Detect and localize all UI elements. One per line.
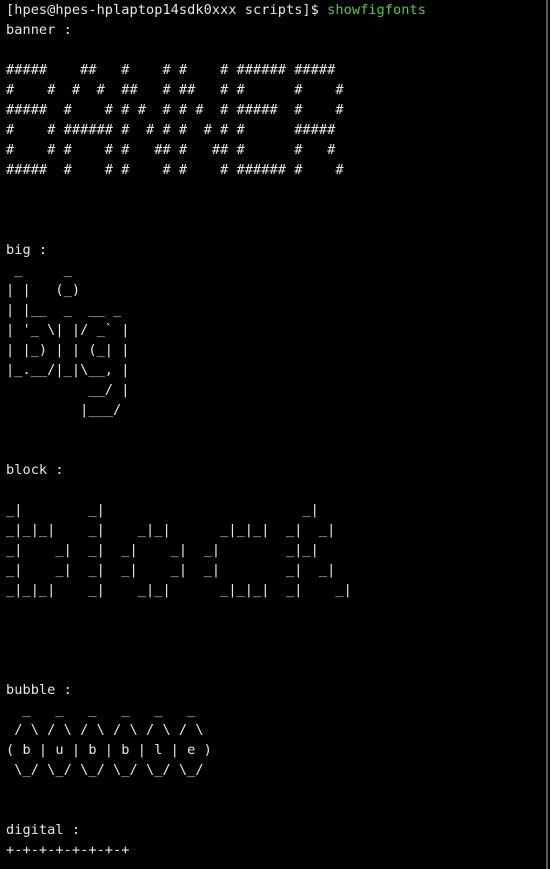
banner-art-line: # # # # ## # ## # # # # bbox=[6, 82, 344, 98]
big-art-line: | |__ _ __ _ bbox=[6, 302, 122, 318]
font-label-banner: banner : bbox=[6, 22, 72, 38]
big-art-line: | | (_) bbox=[6, 282, 81, 298]
banner-art-line: # # # # # ## # ## # # # bbox=[6, 142, 336, 158]
font-label-digital: digital : bbox=[6, 822, 81, 838]
font-label-block: block : bbox=[6, 462, 64, 478]
bubble-art-line: ( b | u | b | b | l | e ) bbox=[6, 742, 212, 758]
big-art-line: |_.__/|_|\__, | bbox=[6, 362, 130, 378]
block-art-line: _|_|_| _| _|_| _|_|_| _| _| bbox=[6, 582, 352, 598]
block-art-line: _| _| _| _| _| _| _| _| bbox=[6, 562, 336, 578]
font-label-bubble: bubble : bbox=[6, 682, 72, 698]
shell-prompt: [hpes@hpes-hplaptop14sdk0xxx scripts]$ bbox=[6, 2, 328, 18]
big-art-line: |___/ bbox=[6, 402, 122, 418]
big-art-line: | |_) | | (_| | bbox=[6, 342, 130, 358]
banner-art-line: ##### # # # # # # # # ##### # # bbox=[6, 102, 344, 118]
terminal-window[interactable]: [hpes@hpes-hplaptop14sdk0xxx scripts]$ s… bbox=[0, 0, 548, 869]
banner-art-line: # # ###### # # # # # # # ##### bbox=[6, 122, 336, 138]
command-text: showfigfonts bbox=[327, 2, 426, 18]
big-art-line: | '_ \| |/ _` | bbox=[6, 322, 130, 338]
big-art-line: _ _ bbox=[6, 262, 72, 278]
font-label-big: big : bbox=[6, 242, 48, 258]
banner-art-line: ##### ## # # # # ###### ##### bbox=[6, 62, 336, 78]
banner-art-line: ##### # # # # # # ###### # # bbox=[6, 162, 344, 178]
command-line: [hpes@hpes-hplaptop14sdk0xxx scripts]$ s… bbox=[6, 0, 426, 20]
big-art-line: __/ | bbox=[6, 382, 130, 398]
bubble-art-line: \_/ \_/ \_/ \_/ \_/ \_/ bbox=[6, 762, 204, 778]
block-art-line: _| _| _| bbox=[6, 502, 319, 518]
bubble-art-line: _ _ _ _ _ _ bbox=[6, 702, 196, 718]
bubble-art-line: / \ / \ / \ / \ / \ / \ bbox=[6, 722, 204, 738]
digital-art-line: +-+-+-+-+-+-+-+ bbox=[6, 842, 130, 858]
block-art-line: _| _| _| _| _| _| _|_| bbox=[6, 542, 319, 558]
block-art-line: _|_|_| _| _|_| _|_|_| _| _| bbox=[6, 522, 336, 538]
